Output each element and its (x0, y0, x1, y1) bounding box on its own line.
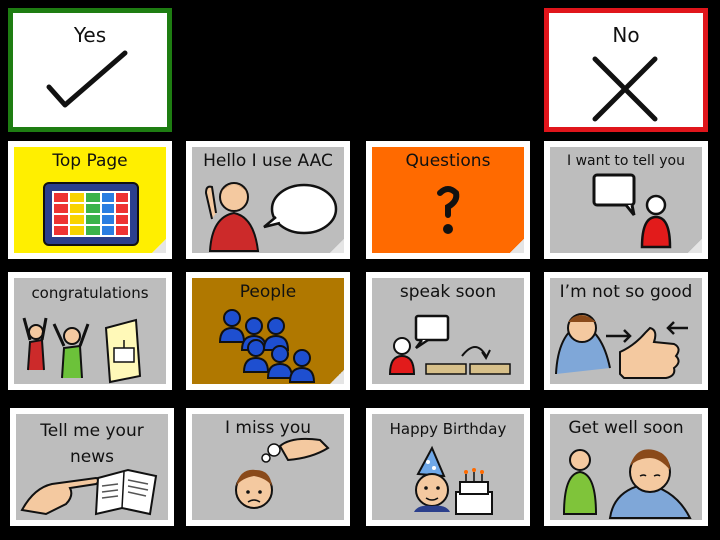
tile-tell-me-your-news[interactable]: Tell me your news (10, 408, 174, 526)
grid-board-icon (43, 182, 139, 246)
tile-get-well-soon[interactable]: Get well soon (544, 408, 708, 526)
no-button[interactable]: No (544, 8, 708, 132)
newspaper-point-icon (20, 468, 158, 516)
sick-person-icon (562, 449, 692, 519)
tile-happy-birthday[interactable]: Happy Birthday (366, 408, 530, 526)
question-mark-icon (437, 186, 460, 234)
person-thinking-icon (235, 437, 330, 509)
page-curl-icon (152, 239, 166, 253)
tile-hello-i-use-aac[interactable]: Hello I use AAC (186, 141, 350, 259)
person-speech-bubble-icon (204, 182, 338, 252)
speak-later-icon (388, 314, 511, 375)
tile-i-miss-you[interactable]: I miss you (186, 408, 350, 526)
person-speech-bubble-icon (592, 173, 672, 249)
tile-congratulations[interactable]: congratulations (8, 272, 172, 390)
tile-im-not-so-good[interactable]: I’m not so good (544, 272, 708, 390)
thumbs-down-icon (555, 313, 688, 379)
birthday-cake-icon (414, 445, 493, 515)
page-curl-icon (510, 239, 524, 253)
group-of-people-icon (218, 309, 316, 383)
page-curl-icon (330, 239, 344, 253)
page-curl-icon (688, 239, 702, 253)
check-icon (46, 50, 128, 108)
page-curl-icon (330, 370, 344, 384)
cross-icon (592, 56, 658, 122)
tile-speak-soon[interactable]: speak soon (366, 272, 530, 390)
tile-top-page[interactable]: Top Page (8, 141, 172, 259)
yes-button[interactable]: Yes (8, 8, 172, 132)
tile-people[interactable]: People (186, 272, 350, 390)
tile-i-want-to-tell-you[interactable]: I want to tell you (544, 141, 708, 259)
celebration-card-icon (22, 317, 142, 384)
tile-questions[interactable]: Questions (366, 141, 530, 259)
